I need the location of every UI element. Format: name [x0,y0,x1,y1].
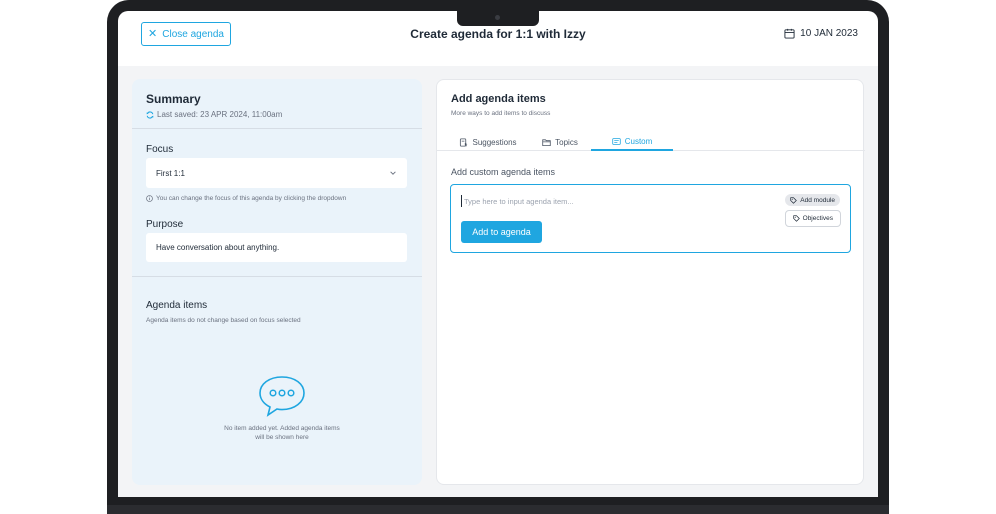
custom-item-card: Add module Objectives Add to agenda [450,184,851,253]
agenda-item-input[interactable] [461,195,761,207]
date-text: 10 JAN 2023 [800,28,858,39]
camera-dot [495,15,500,20]
custom-icon [612,137,621,145]
tab-suggestions-label: Suggestions [472,137,517,147]
content-area: Summary Last saved: 23 APR 2024, 11:00am… [118,66,878,497]
add-agenda-panel: Add agenda items More ways to add items … [436,79,865,485]
tag-icon [790,196,798,204]
focus-dropdown[interactable]: First 1:1 [146,158,407,188]
purpose-value: Have conversation about anything. [156,243,280,252]
folder-icon [542,138,551,146]
add-module-chip[interactable]: Add module [785,194,840,206]
laptop-base [107,505,889,514]
last-saved-text: Last saved: 23 APR 2024, 11:00am [157,110,283,119]
agenda-items-label: Agenda items [146,300,208,311]
info-icon [146,195,153,202]
sync-icon [146,110,154,119]
summary-divider-top [132,128,422,129]
tab-suggestions[interactable]: Suggestions [451,133,525,151]
add-agenda-subtitle: More ways to add items to discuss [451,110,551,117]
tab-topics[interactable]: Topics [535,133,585,151]
objectives-chip[interactable]: Objectives [784,210,841,227]
agenda-items-subtitle: Agenda items do not change based on focu… [146,317,301,324]
add-to-agenda-button[interactable]: Add to agenda [461,221,542,243]
focus-label: Focus [146,144,174,155]
suggestion-icon [460,137,468,147]
focus-hint-text: You can change the focus of this agenda … [156,195,347,202]
chat-bubble-icon [259,376,305,417]
agenda-date: 10 JAN 2023 [784,28,858,39]
summary-title: Summary [146,92,201,106]
summary-panel: Summary Last saved: 23 APR 2024, 11:00am… [132,79,422,485]
empty-state-line-2: will be shown here [255,434,309,441]
objectives-label: Objectives [802,215,833,222]
agenda-tabs: Suggestions Topics Custom [437,133,865,151]
focus-value: First 1:1 [156,168,185,178]
chevron-down-icon [390,171,396,175]
purpose-label: Purpose [146,219,184,230]
tab-topics-label: Topics [555,137,578,147]
empty-state-text: No item added yet. Added agenda items wi… [202,424,362,442]
app-screen: ✕ Close agenda Create agenda for 1:1 wit… [118,11,878,497]
add-agenda-title: Add agenda items [451,93,546,105]
last-saved: Last saved: 23 APR 2024, 11:00am [146,110,282,119]
calendar-icon [784,28,795,39]
tab-custom[interactable]: Custom [591,133,673,151]
page-title: Create agenda for 1:1 with Izzy [410,27,586,41]
focus-hint: You can change the focus of this agenda … [146,195,346,202]
custom-items-label: Add custom agenda items [451,167,556,177]
purpose-field[interactable]: Have conversation about anything. [146,233,407,262]
tag-icon [792,215,800,222]
summary-divider-mid [132,276,422,277]
empty-state-line-1: No item added yet. Added agenda items [224,425,340,432]
tab-custom-label: Custom [624,136,653,146]
add-module-label: Add module [800,196,835,204]
